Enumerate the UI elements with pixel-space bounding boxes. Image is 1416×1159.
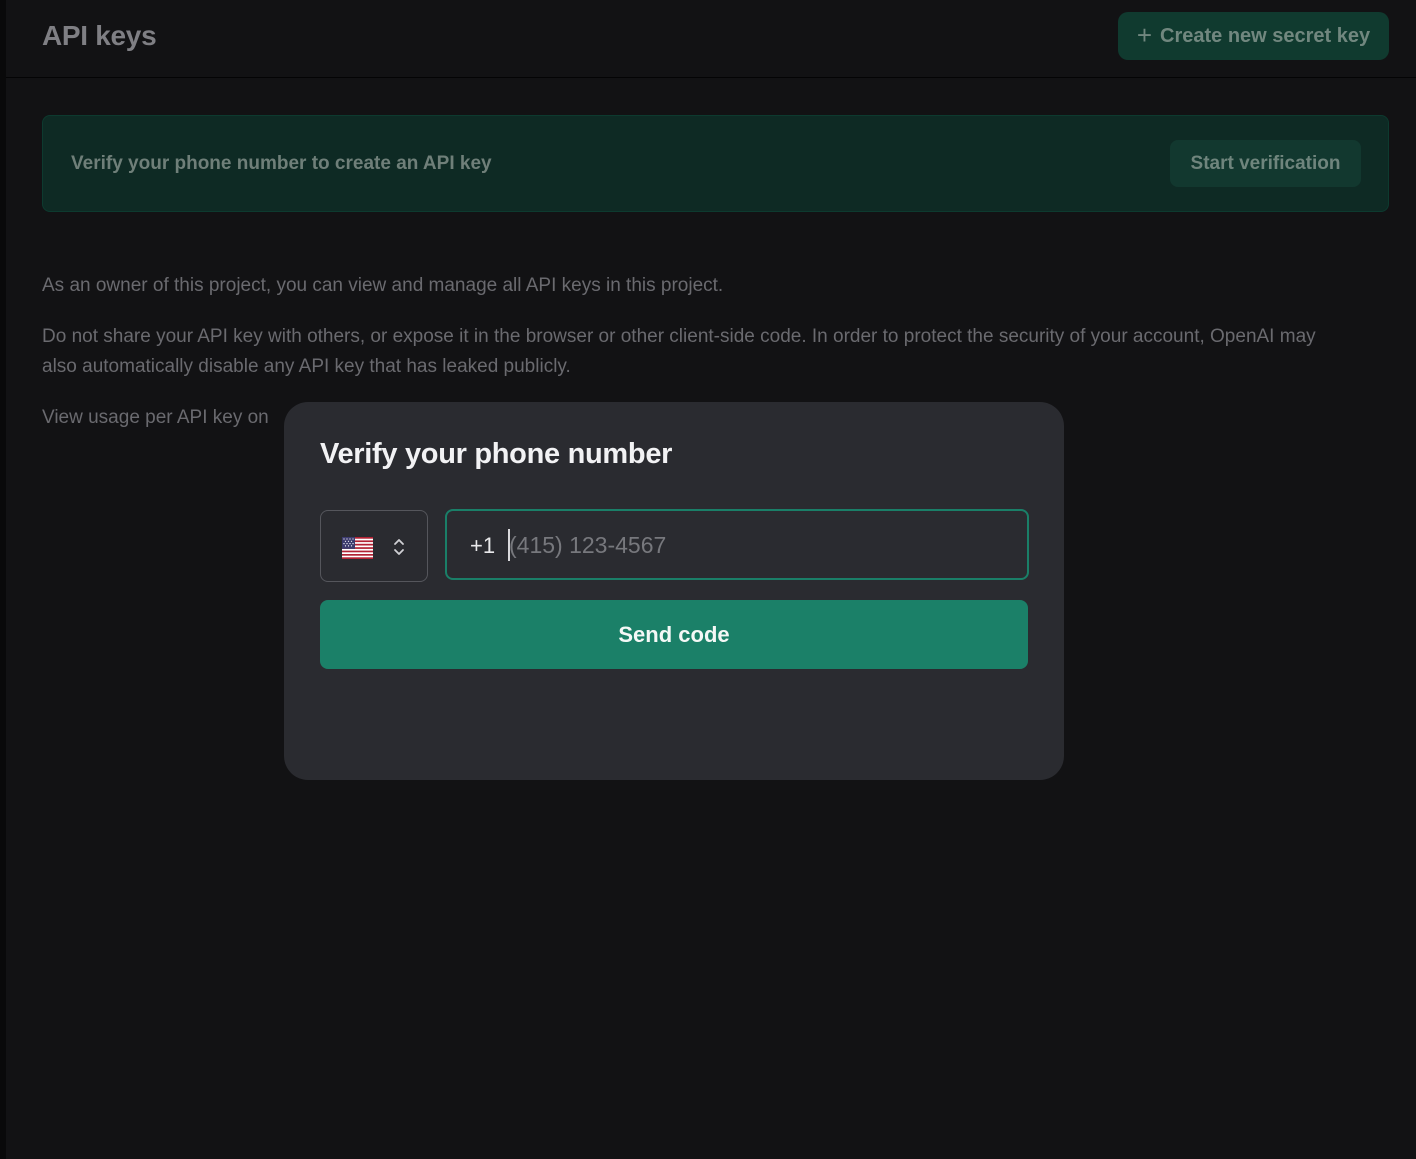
- start-verification-button[interactable]: Start verification: [1170, 140, 1361, 187]
- dial-code: +1: [470, 533, 496, 558]
- create-new-secret-key-label: Create new secret key: [1160, 24, 1371, 47]
- page-title: API keys: [42, 20, 157, 51]
- send-code-button[interactable]: Send code: [320, 600, 1028, 669]
- plus-icon: +: [1136, 19, 1153, 50]
- security-note: Do not share your API key with others, o…: [42, 326, 1316, 377]
- verify-phone-modal: Verify your phone number +1 (415) 123-45…: [284, 402, 1064, 780]
- owner-note: As an owner of this project, you can vie…: [42, 275, 724, 296]
- create-new-secret-key-button[interactable]: + Create new secret key: [1118, 12, 1389, 60]
- phone-number-input[interactable]: [509, 523, 1009, 567]
- page-header: API keys + Create new secret key: [6, 0, 1416, 78]
- phone-number-field[interactable]: +1: [445, 509, 1029, 580]
- banner-text: Verify your phone number to create an AP…: [71, 153, 492, 174]
- country-code-select[interactable]: [320, 510, 428, 582]
- us-flag-icon: [342, 537, 373, 559]
- window-left-edge: [0, 0, 6, 1159]
- modal-title: Verify your phone number: [320, 438, 673, 470]
- chevron-up-down-icon: [394, 539, 404, 555]
- verify-phone-banner: Verify your phone number to create an AP…: [42, 115, 1389, 212]
